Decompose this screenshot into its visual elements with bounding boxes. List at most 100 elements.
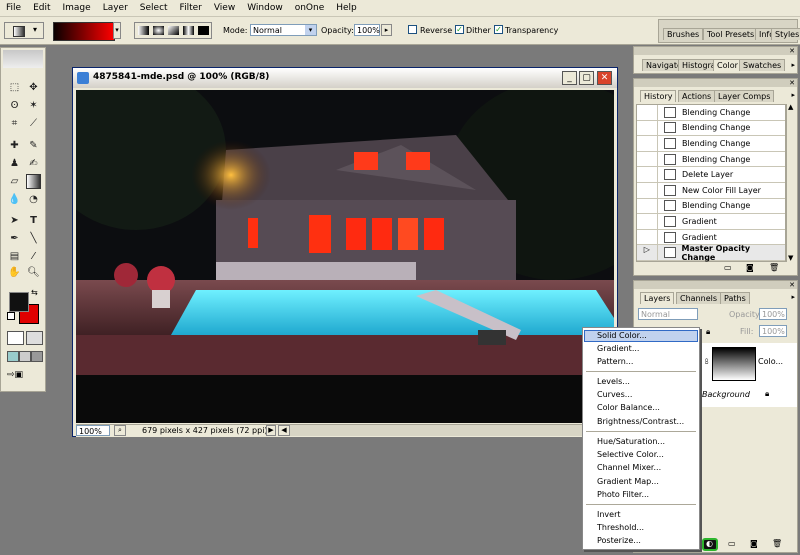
default-colors-icon[interactable] bbox=[7, 312, 15, 320]
menu-onone[interactable]: onOne bbox=[289, 3, 331, 13]
opacity-field[interactable]: 100% bbox=[354, 24, 380, 36]
status-preview-icon[interactable]: ⌕ bbox=[114, 425, 126, 436]
swap-colors-icon[interactable]: ⇆ bbox=[31, 288, 38, 297]
menu-item-gradient[interactable]: Gradient... bbox=[597, 344, 639, 353]
menu-filter[interactable]: Filter bbox=[174, 3, 208, 13]
panel-menu-icon[interactable]: ▸ bbox=[791, 61, 795, 69]
lock-icon[interactable]: 🔒︎ bbox=[706, 327, 710, 337]
canvas-image[interactable] bbox=[76, 90, 614, 423]
menu-item-gradient-map[interactable]: Gradient Map... bbox=[597, 477, 659, 486]
type-tool-icon[interactable]: T bbox=[26, 213, 41, 228]
healing-brush-tool-icon[interactable]: ✚ bbox=[7, 138, 22, 153]
maximize-button[interactable]: ▢ bbox=[579, 71, 594, 85]
path-selection-tool-icon[interactable]: ➤ bbox=[7, 213, 22, 228]
close-icon[interactable]: ✕ bbox=[789, 79, 795, 87]
brush-tool-icon[interactable]: ✎ bbox=[26, 138, 41, 153]
status-menu-arrow[interactable]: ▶ bbox=[266, 425, 276, 436]
dodge-tool-icon[interactable]: ◔ bbox=[26, 192, 41, 207]
clone-stamp-tool-icon[interactable]: ♟ bbox=[7, 156, 22, 171]
layer-opacity-field[interactable]: 100% bbox=[759, 308, 787, 320]
menu-layer[interactable]: Layer bbox=[97, 3, 134, 13]
new-layer-icon[interactable]: ◙ bbox=[750, 539, 758, 548]
dither-checkbox[interactable]: ✓ bbox=[455, 25, 464, 34]
menu-item-levels[interactable]: Levels... bbox=[597, 377, 630, 386]
document-title-bar[interactable]: 4875841-mde.psd @ 100% (RGB/8) _ ▢ ✕ bbox=[73, 68, 617, 88]
minimize-button[interactable]: _ bbox=[562, 71, 577, 85]
eraser-tool-icon[interactable]: ▱ bbox=[7, 174, 22, 189]
mode-select[interactable]: Normal ▾ bbox=[250, 24, 317, 36]
blend-mode-select[interactable]: Normal bbox=[638, 308, 698, 320]
menu-file[interactable]: File bbox=[0, 3, 27, 13]
trash-icon[interactable]: 🗑︎ bbox=[772, 539, 782, 548]
history-item[interactable]: New Color Fill Layer bbox=[637, 182, 785, 199]
gradient-picker[interactable] bbox=[53, 22, 115, 41]
history-scrollbar[interactable]: ▲ ▼ bbox=[786, 103, 797, 262]
history-item[interactable]: Delete Layer bbox=[637, 167, 785, 183]
slice-tool-icon[interactable]: ⟋ bbox=[26, 116, 41, 131]
move-tool-icon[interactable]: ✥ bbox=[26, 80, 41, 95]
standard-mode-icon[interactable] bbox=[7, 331, 24, 345]
tab-styles[interactable]: Styles bbox=[771, 28, 800, 40]
menu-image[interactable]: Image bbox=[57, 3, 97, 13]
panel-menu-icon[interactable]: ▸ bbox=[791, 91, 795, 99]
zoom-level-field[interactable]: 100% bbox=[76, 425, 110, 436]
tab-layer-comps[interactable]: Layer Comps bbox=[714, 90, 775, 102]
menu-window[interactable]: Window bbox=[241, 3, 289, 13]
menu-select[interactable]: Select bbox=[134, 3, 174, 13]
history-item[interactable]: Blending Change bbox=[637, 120, 785, 137]
opacity-slider-button[interactable]: ▸ bbox=[381, 24, 392, 36]
menu-item-invert[interactable]: Invert bbox=[597, 510, 621, 519]
hand-tool-icon[interactable]: ✋ bbox=[7, 265, 22, 280]
history-brush-tool-icon[interactable]: ✍ bbox=[26, 156, 41, 171]
menu-item-selective-color[interactable]: Selective Color... bbox=[597, 450, 664, 459]
history-item-current[interactable]: ▷ Master Opacity Change bbox=[637, 244, 785, 262]
reflected-gradient-icon[interactable] bbox=[183, 26, 194, 35]
history-item[interactable]: Blending Change bbox=[637, 198, 785, 215]
menu-help[interactable]: Help bbox=[330, 3, 363, 13]
menu-item-posterize[interactable]: Posterize... bbox=[597, 536, 641, 545]
scroll-up-arrow[interactable]: ▲ bbox=[788, 103, 793, 111]
adjustment-layer-button[interactable]: ◐ bbox=[702, 538, 718, 551]
trash-icon[interactable]: 🗑︎ bbox=[769, 263, 779, 272]
snapshot-icon[interactable]: ◙ bbox=[746, 263, 754, 272]
tab-paths[interactable]: Paths bbox=[720, 292, 750, 304]
menu-item-solid-color[interactable]: Solid Color... bbox=[597, 331, 647, 340]
foreground-color-swatch[interactable] bbox=[9, 292, 29, 312]
history-item[interactable]: Blending Change bbox=[637, 105, 785, 121]
standard-screen-icon[interactable] bbox=[7, 351, 19, 362]
line-tool-icon[interactable]: ╲ bbox=[26, 231, 41, 246]
gradient-tool-icon[interactable] bbox=[26, 174, 41, 189]
tab-tool-presets[interactable]: Tool Presets bbox=[703, 28, 759, 40]
full-screen-icon[interactable] bbox=[31, 351, 43, 362]
tab-channels[interactable]: Channels bbox=[676, 292, 722, 304]
history-item[interactable]: Blending Change bbox=[637, 136, 785, 152]
tab-layers[interactable]: Layers bbox=[640, 292, 675, 304]
notes-tool-icon[interactable]: ▤ bbox=[7, 249, 22, 264]
menu-item-color-balance[interactable]: Color Balance... bbox=[597, 403, 660, 412]
tab-brushes[interactable]: Brushes bbox=[663, 28, 704, 40]
tab-color[interactable]: Color bbox=[713, 59, 742, 71]
menu-item-threshold[interactable]: Threshold... bbox=[597, 523, 644, 532]
history-item[interactable]: Gradient bbox=[637, 214, 785, 230]
horizontal-scrollbar[interactable] bbox=[290, 425, 600, 436]
radial-gradient-icon[interactable] bbox=[153, 26, 164, 35]
tab-swatches[interactable]: Swatches bbox=[739, 59, 786, 71]
marquee-tool-icon[interactable]: ⬚ bbox=[7, 80, 22, 95]
jump-to-imageready-icon[interactable]: ⇨▣ bbox=[7, 370, 37, 382]
new-document-from-state-icon[interactable]: ▭ bbox=[724, 263, 732, 272]
new-group-icon[interactable]: ▭ bbox=[728, 539, 736, 548]
transparency-checkbox[interactable]: ✓ bbox=[494, 25, 503, 34]
history-item[interactable]: Blending Change bbox=[637, 151, 785, 168]
eyedropper-tool-icon[interactable]: ⁄ bbox=[26, 249, 41, 264]
menu-item-hue-saturation[interactable]: Hue/Saturation... bbox=[597, 437, 665, 446]
crop-tool-icon[interactable]: ⌗ bbox=[7, 116, 22, 131]
angle-gradient-icon[interactable] bbox=[168, 26, 179, 35]
zoom-tool-icon[interactable]: 🔍︎ bbox=[26, 265, 41, 280]
menu-item-brightness-contrast[interactable]: Brightness/Contrast... bbox=[597, 417, 684, 426]
tab-actions[interactable]: Actions bbox=[678, 90, 716, 102]
tab-history[interactable]: History bbox=[640, 90, 677, 102]
full-screen-menu-icon[interactable] bbox=[19, 351, 31, 362]
reverse-checkbox[interactable] bbox=[408, 25, 417, 34]
diamond-gradient-icon[interactable] bbox=[198, 26, 209, 35]
menu-edit[interactable]: Edit bbox=[27, 3, 56, 13]
